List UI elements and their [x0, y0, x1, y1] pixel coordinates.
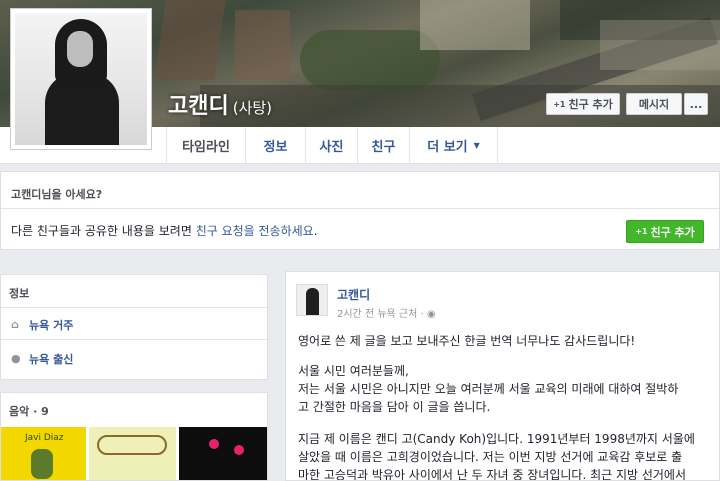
send-friend-request-link[interactable]: 친구 요청을 전송하세요 [196, 224, 314, 238]
timeline-post: 고캔디 2시간 전 뉴욕 근처 · ◉ 영어로 쓴 제 글을 보고 보내주신 한… [285, 271, 720, 481]
info-row-lives-in[interactable]: ⌂ 뉴욕 거주 [11, 317, 73, 333]
location-pin-icon: ● [11, 352, 21, 365]
tab-timeline[interactable]: 타임라인 [166, 127, 246, 163]
know-box-title: 고캔디님을 아세요? [11, 188, 103, 201]
message-button[interactable]: 메시지 [626, 93, 682, 115]
mantis-image [31, 449, 53, 479]
music-card-header: 음악 · 9 [9, 405, 49, 418]
add-friend-button[interactable]: +1 친구 추가 [546, 93, 620, 115]
more-options-button[interactable]: ... [684, 93, 708, 115]
music-card: 음악 · 9 Javi Diaz [0, 392, 268, 481]
album-art-dot [209, 439, 219, 449]
post-paragraph: 영어로 쓴 제 글을 보고 보내주신 한글 번역 너무나도 감사드립니다! [298, 334, 636, 348]
intro-card-header: 정보 [9, 287, 30, 300]
avatar[interactable] [296, 284, 328, 316]
post-paragraph: 서울 시민 여러분들께, 저는 서울 시민은 아니지만 오늘 여러분께 서울 교… [298, 364, 679, 414]
profile-picture[interactable] [10, 8, 152, 150]
post-meta: 2시간 전 뉴욕 근처 · ◉ [337, 309, 436, 320]
info-row-from[interactable]: ● 뉴욕 출신 [11, 351, 73, 367]
music-album-1[interactable]: Javi Diaz [1, 427, 86, 480]
caret-down-icon: ▼ [473, 140, 480, 150]
add-friend-icon: +1 [553, 99, 566, 109]
know-box-message: 다른 친구들과 공유한 내용을 보려면 친구 요청을 전송하세요. [11, 224, 318, 238]
add-friend-green-button[interactable]: +1 친구 추가 [626, 220, 704, 243]
profile-name[interactable]: 고캔디 (사탕) [168, 88, 272, 120]
divider [1, 208, 719, 209]
music-album-2[interactable] [89, 427, 176, 480]
divider [1, 307, 267, 308]
profile-alt-name: (사탕) [232, 99, 273, 117]
divider [1, 339, 267, 340]
music-album-3[interactable] [179, 427, 267, 480]
post-author[interactable]: 고캔디 [337, 286, 370, 303]
know-person-box: 고캔디님을 아세요? 다른 친구들과 공유한 내용을 보려면 친구 요청을 전송… [0, 171, 720, 250]
add-friend-icon: +1 [635, 227, 648, 236]
home-icon: ⌂ [11, 318, 19, 331]
intro-card: 정보 ⌂ 뉴욕 거주 ● 뉴욕 출신 [0, 274, 268, 380]
tab-photos[interactable]: 사진 [306, 127, 358, 163]
album-text: Javi Diaz [25, 433, 64, 443]
album-art-dot [234, 445, 244, 455]
tab-more[interactable]: 더 보기 ▼ [410, 127, 498, 163]
post-paragraph: 지금 제 이름은 캔디 고(Candy Koh)입니다. 1991년부터 199… [298, 432, 695, 481]
globe-icon: ◉ [426, 309, 436, 320]
album-art-shape [97, 435, 167, 455]
tab-friends[interactable]: 친구 [358, 127, 410, 163]
tab-about[interactable]: 정보 [246, 127, 306, 163]
